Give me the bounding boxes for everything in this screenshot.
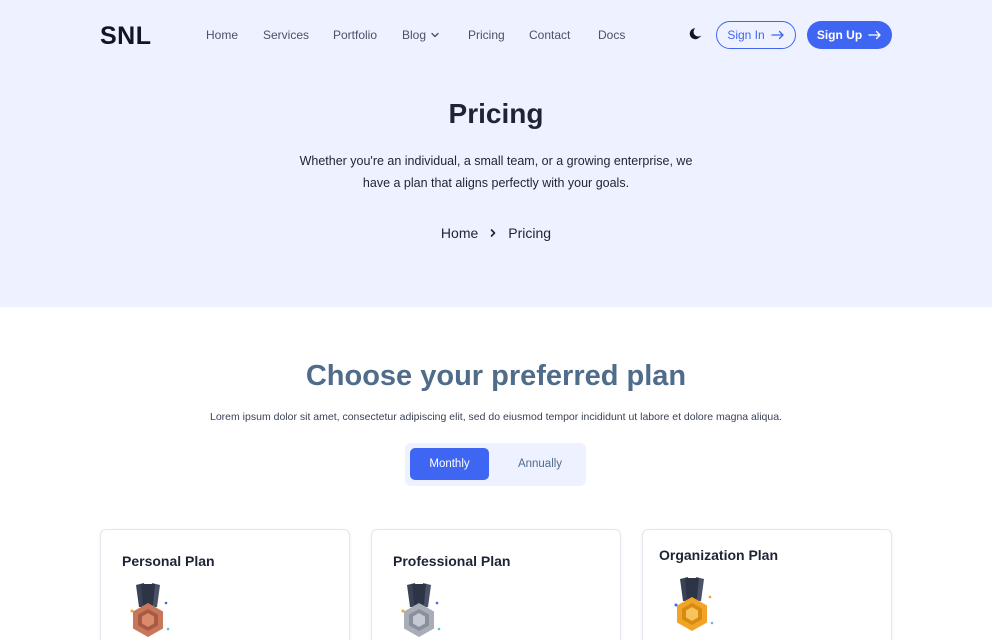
arrow-right-icon bbox=[771, 30, 784, 40]
nav-item-label: Blog bbox=[402, 28, 427, 42]
plan-name: Organization Plan bbox=[659, 547, 779, 563]
moon-icon[interactable] bbox=[689, 27, 703, 41]
sign-up-button[interactable]: Sign Up bbox=[807, 21, 892, 49]
plan-card-personal: Personal Plan bbox=[100, 529, 350, 640]
section-subtitle: Lorem ipsum dolor sit amet, consectetur … bbox=[210, 411, 782, 423]
nav-item-label: Docs bbox=[598, 28, 626, 42]
arrow-right-icon bbox=[868, 30, 881, 40]
billing-toggle: Monthly Annually bbox=[405, 443, 586, 486]
nav-item-docs[interactable]: Docs bbox=[598, 28, 625, 42]
plan-name: Personal Plan bbox=[122, 553, 215, 569]
nav-item-portfolio[interactable]: Portfolio bbox=[333, 28, 377, 42]
nav-item-home[interactable]: Home bbox=[206, 28, 238, 42]
breadcrumb-current: Pricing bbox=[508, 225, 552, 241]
annually-toggle-button[interactable]: Annually bbox=[501, 448, 579, 480]
sign-up-label: Sign Up bbox=[816, 28, 863, 42]
silver-medal-icon bbox=[401, 583, 441, 637]
section-title: Choose your preferred plan bbox=[305, 360, 687, 392]
page-subtitle: Whether you're an individual, a small te… bbox=[299, 154, 693, 190]
sign-in-button[interactable]: Sign In bbox=[716, 21, 796, 49]
nav-item-contact[interactable]: Contact bbox=[529, 28, 570, 42]
nav-item-label: Pricing bbox=[468, 28, 505, 42]
nav-item-label: Portfolio bbox=[333, 28, 378, 42]
monthly-toggle-button[interactable]: Monthly bbox=[410, 448, 489, 480]
nav-item-label: Services bbox=[263, 28, 310, 42]
chevron-down-icon bbox=[431, 32, 439, 38]
gold-medal-icon bbox=[674, 577, 714, 631]
plan-name: Professional Plan bbox=[393, 553, 511, 569]
nav-item-pricing[interactable]: Pricing bbox=[468, 28, 505, 42]
bronze-medal-icon bbox=[130, 583, 170, 637]
sign-in-label: Sign In bbox=[727, 28, 765, 42]
nav-item-label: Contact bbox=[529, 28, 571, 42]
nav-item-services[interactable]: Services bbox=[263, 28, 309, 42]
logo[interactable]: SNL bbox=[100, 22, 152, 51]
page-title: Pricing bbox=[448, 98, 544, 129]
plan-card-organization: Organization Plan bbox=[642, 529, 892, 640]
nav-item-label: Home bbox=[206, 28, 239, 42]
chevron-right-icon bbox=[490, 229, 496, 237]
nav-item-blog[interactable]: Blog bbox=[402, 28, 440, 42]
breadcrumb-home[interactable]: Home bbox=[441, 225, 478, 241]
plan-card-professional: Professional Plan bbox=[371, 529, 621, 640]
breadcrumb: Home Pricing bbox=[0, 225, 992, 241]
